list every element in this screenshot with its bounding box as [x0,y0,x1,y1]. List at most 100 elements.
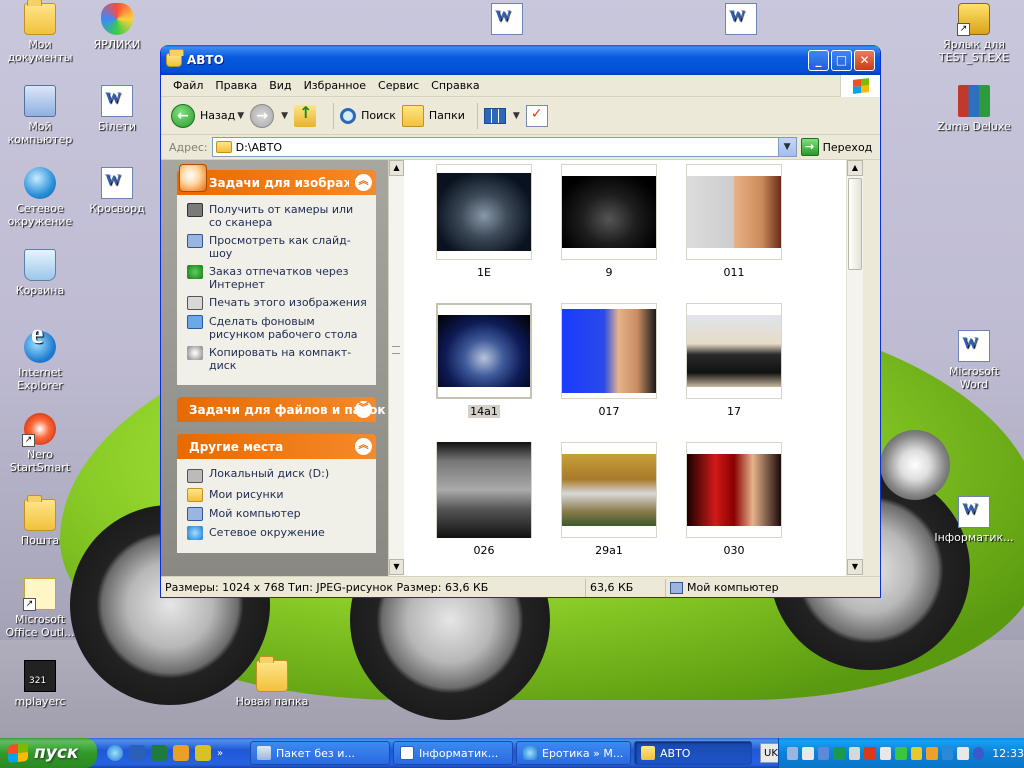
desktop-icon-test-st[interactable]: Ярлык для TEST_ST.EXE [934,3,1014,64]
tray-icon[interactable] [802,746,814,760]
collapse-chevron-icon[interactable]: ︽ [355,438,372,455]
desktop-icon-new-folder[interactable]: Новая папка [232,656,312,708]
file-thumbnail-selected[interactable]: 14a1 [436,303,532,418]
file-thumbnail[interactable]: 026 [436,442,532,557]
tray-icon[interactable] [972,746,985,760]
taskbar-item[interactable]: Пакет без и... [250,741,390,765]
desktop-icon-internet-explorer[interactable]: Internet Explorer [0,328,80,392]
desktop-icon-outlook[interactable]: Microsoft Office Outl... [0,578,80,639]
file-list-scrollbar[interactable]: ▲ ▼ [846,160,863,576]
maximize-button[interactable]: □ [831,49,852,71]
folders-button[interactable]: Папки [401,104,465,127]
file-thumbnail[interactable]: 17 [686,303,782,418]
scroll-up-button[interactable]: ▲ [847,160,863,176]
file-thumbnail[interactable]: 030 [686,442,782,557]
task-set-wallpaper[interactable]: Сделать фоновым рисунком рабочего стола [187,315,368,341]
task-slideshow[interactable]: Просмотреть как слайд-шоу [187,234,368,260]
go-button[interactable]: → Переход [800,138,872,156]
menu-help[interactable]: Справка [425,79,485,92]
file-tasks-header[interactable]: Задачи для файлов и папок ︾ [177,397,385,422]
scroll-down-button[interactable]: ▼ [847,559,863,575]
tray-icon[interactable] [910,746,923,760]
chevron-down-icon[interactable]: ▼ [237,111,244,121]
desktop-icon-my-computer[interactable]: Мой компьютер [0,85,80,146]
menu-file[interactable]: Файл [167,79,209,92]
expand-chevron-icon[interactable]: ︾ [355,401,372,418]
place-local-disk[interactable]: Локальный диск (D:) [187,467,368,483]
address-dropdown-button[interactable]: ▼ [777,138,796,156]
menu-edit[interactable]: Правка [209,79,263,92]
desktop-icon-my-documents[interactable]: Мои документы [0,0,80,64]
desktop-icon-recycle-bin[interactable]: Корзина [0,249,80,297]
window-titlebar[interactable]: АВТО _ □ ✕ [161,45,880,75]
scroll-down-button[interactable]: ▼ [389,559,404,575]
tray-icon[interactable] [926,746,938,760]
desktop-icon-krosvord[interactable]: Кросворд [77,167,157,215]
menu-favorites[interactable]: Избранное [298,79,372,92]
file-thumbnail[interactable]: 9 [561,164,657,279]
desktop-icon-bilety[interactable]: Білети [77,85,157,133]
extra-tool-button[interactable] [525,104,553,127]
desktop-icon-zuma[interactable]: Zuma Deluxe [934,85,1014,133]
place-my-pictures[interactable]: Мои рисунки [187,488,368,502]
file-thumbnail[interactable]: 1E [436,164,532,279]
task-copy-to-cd[interactable]: Копировать на компакт-диск [187,346,368,372]
up-folder-button[interactable] [294,103,321,127]
desktop-icon-mplayerc[interactable]: mplayerc [0,660,80,708]
other-places-header[interactable]: Другие места ︽ [177,434,376,459]
chevron-down-icon[interactable]: ▼ [281,111,288,121]
place-my-computer[interactable]: Мой компьютер [187,507,368,521]
desktop-icon-poshta[interactable]: Пошта [0,495,80,547]
file-thumbnail[interactable]: 29a1 [561,442,657,557]
scroll-grip[interactable] [392,346,400,354]
tray-icon[interactable] [864,746,876,760]
outlook-icon[interactable] [173,745,189,761]
car-photo-icon [562,176,656,248]
taskbar-item[interactable]: Еротика » М... [516,741,631,765]
word-icon[interactable] [129,745,145,761]
search-button[interactable]: Поиск [340,107,396,124]
scroll-up-button[interactable]: ▲ [389,160,404,176]
back-button[interactable]: ← Назад ▼ [171,103,244,128]
clock[interactable]: 12:33 [992,747,1024,760]
quick-launch-more-button[interactable]: » [217,748,223,759]
file-thumbnail[interactable]: 017 [561,303,657,418]
task-get-from-camera[interactable]: Получить от камеры или со сканера [187,203,368,229]
volume-icon[interactable] [879,746,892,760]
desktop-icon-yarlyky[interactable]: ЯРЛИКИ [77,3,157,51]
desktop-icon-network-places[interactable]: Сетевое окружение [0,167,80,228]
views-button[interactable]: ▼ [483,107,520,124]
desktop-icon-document[interactable] [701,3,781,38]
excel-icon[interactable] [151,745,167,761]
app-icon[interactable] [195,745,211,761]
internet-explorer-icon[interactable] [107,745,123,761]
minimize-button[interactable]: _ [808,49,829,71]
tray-icon[interactable] [957,746,969,760]
tray-icon[interactable] [848,746,861,760]
image-tasks-header[interactable]: Задачи для изображений ︽ [177,164,376,195]
desktop-icon-informatyka[interactable]: Інформатик... [934,496,1014,544]
place-network[interactable]: Сетевое окружение [187,526,368,540]
forward-button[interactable]: → ▼ [250,103,288,128]
menu-tools[interactable]: Сервис [372,79,425,92]
task-pane-scrollbar[interactable]: ▲ ▼ [388,160,404,576]
collapse-chevron-icon[interactable]: ︽ [355,174,372,191]
desktop-icon-microsoft-word[interactable]: Microsoft Word [934,330,1014,391]
start-button[interactable]: пуск [0,738,97,768]
address-input[interactable]: D:\АВТО ▼ [211,137,797,157]
taskbar-item-active[interactable]: АВТО [634,741,752,765]
desktop-icon-nero[interactable]: Nero StartSmart [0,413,80,474]
task-order-prints[interactable]: Заказ отпечатков через Интернет [187,265,368,291]
close-button[interactable]: ✕ [854,49,875,71]
menu-view[interactable]: Вид [263,79,297,92]
network-tray-icon[interactable] [787,746,799,760]
tray-icon[interactable] [895,746,907,760]
tray-icon[interactable] [833,746,845,760]
tray-icon[interactable] [817,746,830,760]
desktop-icon-document[interactable] [467,3,547,38]
file-thumbnail[interactable]: 011 [686,164,782,279]
taskbar-item[interactable]: Інформатик... [393,741,513,765]
tray-icon[interactable] [941,746,954,760]
scroll-thumb[interactable] [848,178,862,270]
task-print[interactable]: Печать этого изображения [187,296,368,310]
